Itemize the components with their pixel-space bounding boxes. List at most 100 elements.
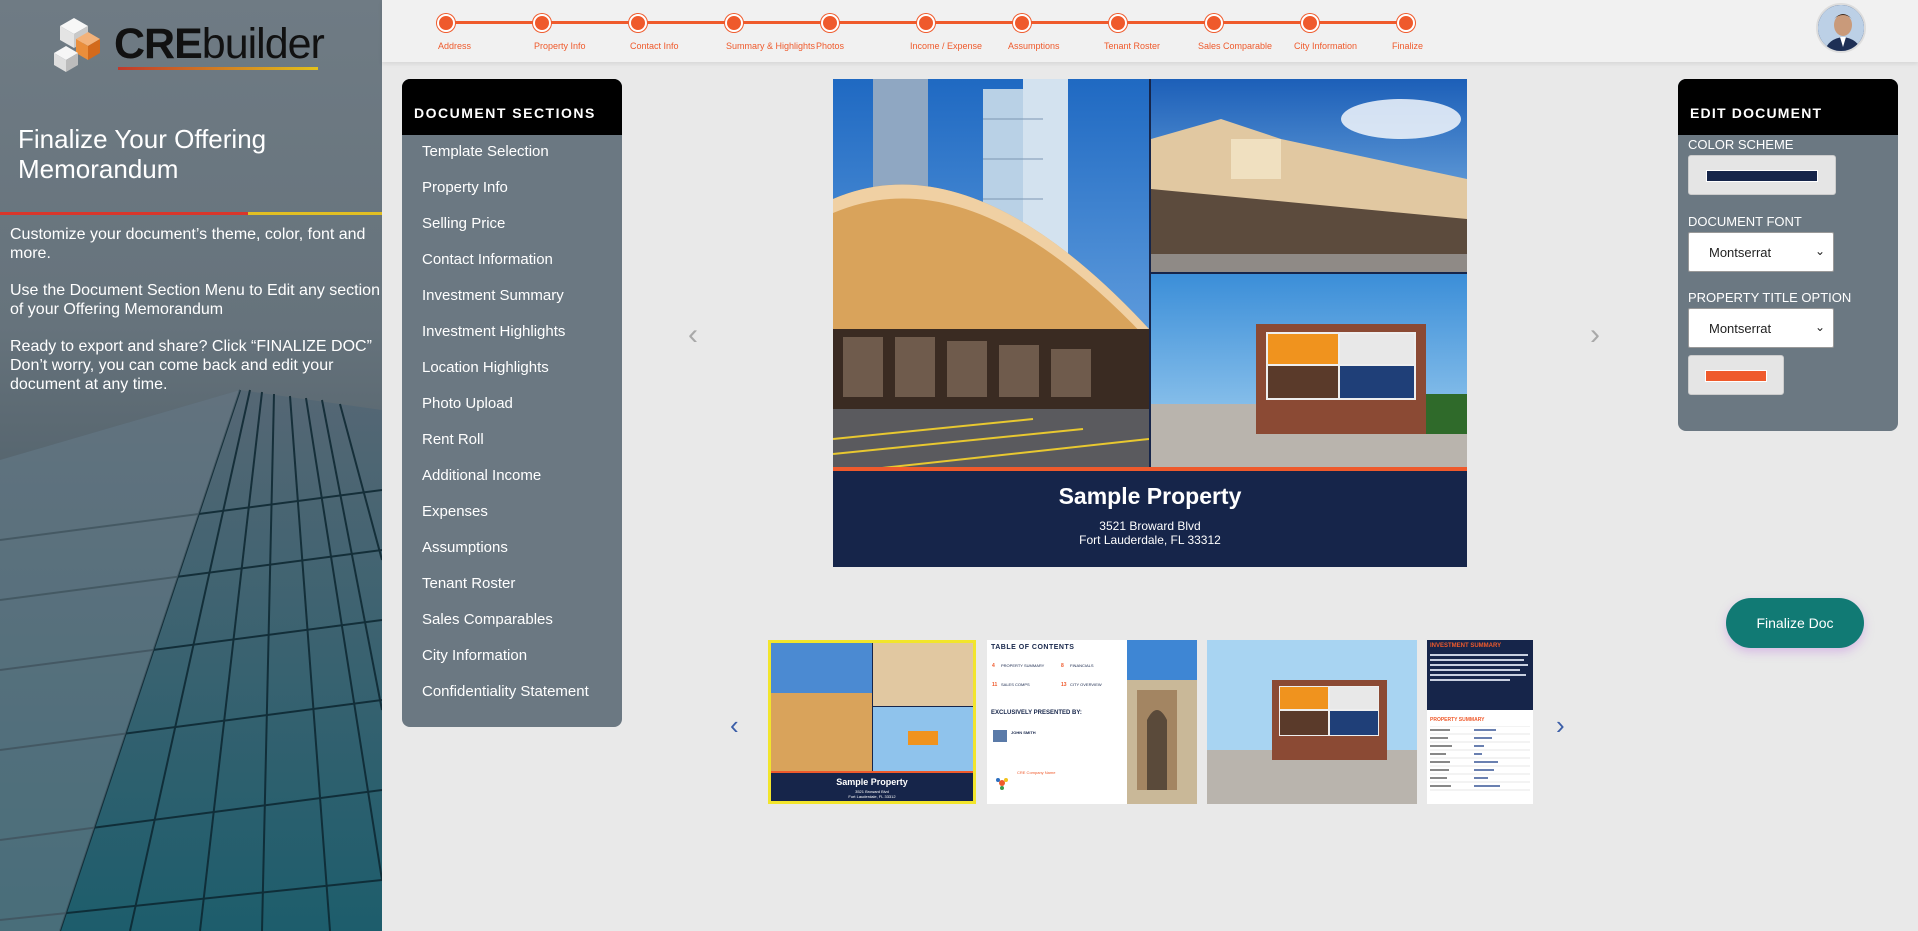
thumb-toc-heading: TABLE OF CONTENTS: [991, 644, 1075, 651]
thumb-agent-photo: [993, 730, 1007, 742]
page-title: Finalize Your Offering Memorandum: [18, 124, 267, 184]
export-help-text: Ready to export and share? Click “FINALI…: [10, 338, 372, 393]
step-dot[interactable]: [1205, 14, 1223, 32]
progress-stepper: Address Property Info Contact Info Summa…: [382, 0, 1918, 62]
thumbs-prev-arrow-icon[interactable]: ‹: [730, 710, 739, 741]
logo-underline: [118, 67, 318, 70]
step-dot[interactable]: [1397, 14, 1415, 32]
step-label[interactable]: Address: [438, 41, 471, 51]
thumb-summary-heading: INVESTMENT SUMMARY: [1430, 643, 1502, 649]
logo-wordmark: CREbuilder: [114, 20, 325, 68]
step-dot[interactable]: [629, 14, 647, 32]
section-rent-roll[interactable]: Rent Roll: [402, 423, 622, 459]
thumb-cover-address2: Fort Lauderdale, FL 33312: [848, 794, 896, 799]
thumb-cover-title: Sample Property: [836, 777, 908, 787]
step-label[interactable]: Contact Info: [630, 41, 679, 51]
preview-address-line2: Fort Lauderdale, FL 33312: [1079, 533, 1221, 547]
chevron-down-icon: ⌄: [1814, 244, 1825, 258]
step-label[interactable]: Property Info: [534, 41, 586, 51]
step-dot[interactable]: [1109, 14, 1127, 32]
step-label[interactable]: Photos: [816, 41, 844, 51]
section-property-info[interactable]: Property Info: [402, 171, 622, 207]
step-dot[interactable]: [821, 14, 839, 32]
section-sales-comparables[interactable]: Sales Comparables: [402, 603, 622, 639]
step-dot[interactable]: [725, 14, 743, 32]
section-confidentiality-statement[interactable]: Confidentiality Statement: [402, 675, 622, 711]
thumb-toc-num: 4: [992, 663, 995, 669]
page-thumbnail-toc[interactable]: TABLE OF CONTENTS 4 PROPERTY SUMMARY 8 F…: [987, 640, 1197, 804]
step-dot[interactable]: [1013, 14, 1031, 32]
section-template-selection[interactable]: Template Selection: [402, 135, 622, 171]
thumb-summary-text-lines: [1430, 654, 1528, 681]
photo-page-thumbnail-image: [1207, 640, 1417, 804]
color-scheme-button[interactable]: [1688, 155, 1836, 195]
section-tenant-roster[interactable]: Tenant Roster: [402, 567, 622, 603]
finalize-doc-button[interactable]: Finalize Doc: [1726, 598, 1864, 648]
preview-next-arrow-icon[interactable]: ›: [1590, 318, 1600, 352]
thumb-toc-label: PROPERTY SUMMARY: [1001, 663, 1045, 668]
crebuilder-logo[interactable]: CREbuilder: [54, 14, 344, 74]
step-label[interactable]: Finalize: [1392, 41, 1423, 51]
step-dot[interactable]: [533, 14, 551, 32]
building-background-image: [0, 389, 382, 931]
thumb-toc-num: 11: [992, 682, 998, 688]
thumb-toc-num: 13: [1061, 682, 1067, 688]
document-font-label: DOCUMENT FONT: [1688, 214, 1802, 229]
step-label[interactable]: Sales Comparable: [1198, 41, 1272, 51]
intro-text: Customize your document’s theme, color, …: [10, 226, 366, 262]
page-thumbnail-cover[interactable]: Sample Property 3521 Broward Blvd Fort L…: [768, 640, 976, 804]
section-menu-help-text: Use the Document Section Menu to Edit an…: [10, 282, 380, 318]
step-dot[interactable]: [917, 14, 935, 32]
step-label[interactable]: Summary & Highlights: [726, 41, 815, 51]
edit-document-panel: EDIT DOCUMENT COLOR SCHEME DOCUMENT FONT…: [1678, 79, 1898, 431]
page-thumbnail-investment-summary[interactable]: INVESTMENT SUMMARY PROPERTY SUMMARY: [1427, 640, 1533, 804]
preview-address-line1: 3521 Broward Blvd: [1099, 519, 1201, 533]
thumb-property-summary-heading: PROPERTY SUMMARY: [1430, 717, 1485, 723]
thumb-toc-label: FINANCIALS: [1070, 663, 1094, 668]
thumb-company-name: CRE Company Name: [1017, 770, 1056, 775]
thumbs-next-arrow-icon[interactable]: ›: [1556, 710, 1565, 741]
property-title-option-label: PROPERTY TITLE OPTION: [1688, 290, 1852, 305]
section-photo-upload[interactable]: Photo Upload: [402, 387, 622, 423]
property-photo-sign: [1151, 274, 1467, 469]
accent-color-swatch: [1705, 370, 1767, 382]
property-title-select[interactable]: Montserrat ⌄: [1688, 308, 1834, 348]
left-panel: CREbuilder Finalize Your Offering Memora…: [0, 0, 382, 931]
preview-property-title: Sample Property: [1058, 483, 1242, 509]
property-photo-storefront: [1151, 79, 1467, 272]
preview-prev-arrow-icon[interactable]: ‹: [688, 318, 698, 352]
color-scheme-swatch: [1706, 170, 1818, 182]
section-investment-summary[interactable]: Investment Summary: [402, 279, 622, 315]
document-page-preview: Sample Property 3521 Broward Blvd Fort L…: [833, 79, 1467, 567]
property-title-value: Montserrat: [1709, 321, 1772, 336]
edit-document-heading: EDIT DOCUMENT: [1678, 79, 1898, 135]
step-dot[interactable]: [437, 14, 455, 32]
section-city-information[interactable]: City Information: [402, 639, 622, 675]
title-divider: [0, 212, 382, 215]
company-logo-icon: [996, 778, 1008, 790]
accent-color-button[interactable]: [1688, 355, 1784, 395]
step-label[interactable]: Tenant Roster: [1104, 41, 1160, 51]
document-font-select[interactable]: Montserrat ⌄: [1688, 232, 1834, 272]
document-font-value: Montserrat: [1709, 245, 1772, 260]
page-thumbnail-photo[interactable]: [1207, 640, 1417, 804]
preview-accent-bar: [833, 467, 1467, 471]
section-expenses[interactable]: Expenses: [402, 495, 622, 531]
section-contact-information[interactable]: Contact Information: [402, 243, 622, 279]
thumb-summary-table: [1430, 726, 1530, 791]
step-label[interactable]: Assumptions: [1008, 41, 1060, 51]
section-investment-highlights[interactable]: Investment Highlights: [402, 315, 622, 351]
section-location-highlights[interactable]: Location Highlights: [402, 351, 622, 387]
step-label[interactable]: City Information: [1294, 41, 1357, 51]
property-photo-main: [833, 79, 1149, 469]
section-selling-price[interactable]: Selling Price: [402, 207, 622, 243]
thumb-toc-label: CITY OVERVIEW: [1070, 682, 1102, 687]
cube-logo-icon: [54, 18, 100, 72]
user-avatar[interactable]: [1816, 3, 1866, 53]
step-label[interactable]: Income / Expense: [910, 41, 982, 51]
section-assumptions[interactable]: Assumptions: [402, 531, 622, 567]
thumb-toc-num: 8: [1061, 663, 1064, 669]
section-additional-income[interactable]: Additional Income: [402, 459, 622, 495]
step-dot[interactable]: [1301, 14, 1319, 32]
chevron-down-icon: ⌄: [1814, 320, 1825, 334]
